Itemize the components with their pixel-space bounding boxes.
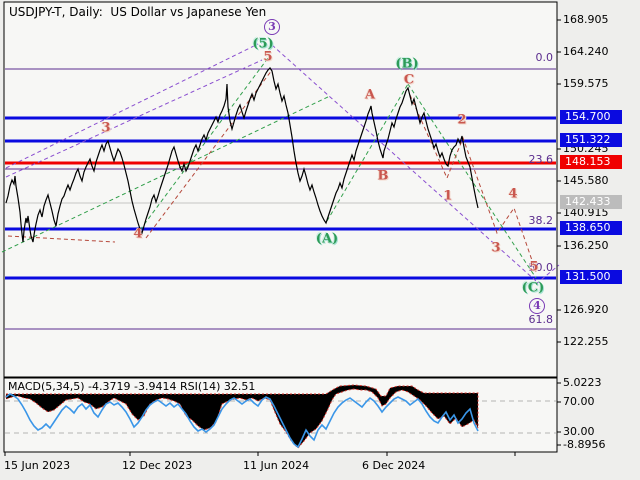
price-axis-label: 145.580 <box>563 174 609 187</box>
chart-title: USDJPY-T, Daily: US Dollar vs Japanese Y… <box>9 5 267 19</box>
wave-label: C <box>403 72 415 88</box>
wave-label: 3 <box>491 240 501 256</box>
wave-label: 1 <box>443 188 453 204</box>
price-level-badge: 148.153 <box>560 155 622 169</box>
wave-label: (5) <box>252 36 274 52</box>
price-axis-label: 122.255 <box>563 335 609 348</box>
price-level-badge: 142.433 <box>560 195 622 209</box>
date-label: 11 Jun 2024 <box>243 459 310 472</box>
wave-label: (B) <box>395 56 419 72</box>
price-axis-label: 159.575 <box>563 77 609 90</box>
wave-label: A <box>364 87 376 103</box>
fib-label: 61.8 <box>528 313 554 326</box>
macd-axis-label: 30.00 <box>563 425 595 438</box>
date-label: 6 Dec 2024 <box>362 459 426 472</box>
trading-chart-window: USDJPY-T, Daily: US Dollar vs Japanese Y… <box>0 0 640 480</box>
wave-label: 5 <box>529 259 539 275</box>
price-level-badge: 131.500 <box>560 270 622 284</box>
macd-axis-label: 70.00 <box>563 395 595 408</box>
wave-label: 4 <box>133 226 143 242</box>
wave-label: B <box>377 168 389 184</box>
price-level-badge: 154.700 <box>560 110 622 124</box>
fib-label: 23.6 <box>528 153 554 166</box>
fib-label: 0.0 <box>535 51 554 64</box>
date-label: 15 Jun 2023 <box>4 459 71 472</box>
date-label: 12 Dec 2023 <box>122 459 193 472</box>
wave-label: 3 <box>264 19 280 35</box>
macd-indicator-label: MACD(5,34,5) -4.3719 -3.9414 RSI(14) 32.… <box>8 380 256 393</box>
price-axis-label: 136.250 <box>563 239 609 252</box>
wave-label: (C) <box>521 280 545 296</box>
macd-axis-label: 5.0223 <box>563 376 602 389</box>
price-axis-label: 164.240 <box>563 45 609 58</box>
wave-label: 4 <box>508 186 518 202</box>
fib-label: 38.2 <box>528 214 554 227</box>
wave-label: 3 <box>101 120 111 136</box>
price-level-badge: 138.650 <box>560 221 622 235</box>
price-axis-label: 168.905 <box>563 13 609 26</box>
wave-label: 2 <box>457 112 467 128</box>
wave-label: (A) <box>315 231 339 247</box>
wave-label: 5 <box>263 49 273 65</box>
price-axis-label: 126.920 <box>563 303 609 316</box>
macd-axis-label: -8.8956 <box>563 438 606 451</box>
wave-label: 4 <box>529 298 545 314</box>
price-level-badge: 151.322 <box>560 133 622 147</box>
